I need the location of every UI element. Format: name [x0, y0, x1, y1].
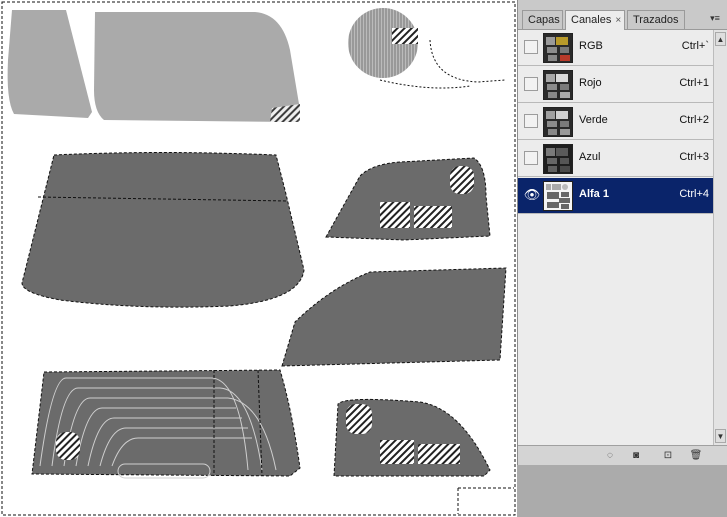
channels-panel: Capas Canales × Trazados ▾≡ RGB Ctrl+` R…: [517, 0, 727, 465]
channel-name: Alfa 1: [579, 188, 609, 200]
channel-name: Azul: [579, 151, 601, 163]
visibility-toggle[interactable]: [524, 40, 538, 54]
channel-row-azul[interactable]: Azul Ctrl+3: [518, 141, 713, 177]
tab-label: Canales: [571, 14, 612, 26]
tab-capas[interactable]: Capas: [522, 10, 563, 29]
windshield-shape: [21, 152, 305, 308]
panel-footer: ◌ ◙ ⊡ 🗑: [518, 445, 727, 465]
eye-icon[interactable]: 👁: [523, 187, 541, 203]
side-window-shape-middle: [281, 267, 507, 367]
new-channel-icon[interactable]: ⊡: [660, 448, 676, 463]
visibility-toggle[interactable]: [524, 77, 538, 91]
scroll-down-icon[interactable]: ▼: [715, 429, 726, 443]
channel-row-rojo[interactable]: Rojo Ctrl+1: [518, 67, 713, 103]
tab-label: Trazados: [633, 14, 679, 26]
channel-row-alfa-1[interactable]: 👁 Alfa 1 Ctrl+4: [518, 178, 713, 214]
document-canvas[interactable]: [0, 0, 517, 517]
channel-thumbnail: [543, 70, 573, 100]
channel-shortcut: Ctrl+1: [679, 77, 709, 89]
channel-thumbnail: [543, 181, 573, 211]
workspace-background: [517, 465, 727, 517]
alpha-channel-image: [1, 1, 516, 516]
channel-list-scrollbar[interactable]: ▲ ▼: [713, 30, 727, 445]
window-shape-top-center: [94, 12, 300, 122]
panel-menu-icon[interactable]: ▾≡: [708, 12, 722, 24]
channel-thumbnail: [543, 144, 573, 174]
channel-shortcut: Ctrl+2: [679, 114, 709, 126]
panel-tabbar: Capas Canales × Trazados ▾≡: [518, 0, 727, 30]
window-shape-top-left: [7, 10, 93, 118]
channel-list: RGB Ctrl+` Rojo Ctrl+1 Verde Ctrl+2 Azul…: [518, 30, 713, 445]
channel-thumbnail: [543, 107, 573, 137]
tab-label: Capas: [528, 14, 560, 26]
channel-shortcut: Ctrl+4: [679, 188, 709, 200]
load-selection-icon[interactable]: ◌: [602, 448, 618, 463]
tab-trazados[interactable]: Trazados: [627, 10, 685, 29]
tab-canales[interactable]: Canales ×: [565, 10, 625, 30]
selection-hatch: [392, 28, 418, 44]
channel-name: Verde: [579, 114, 608, 126]
selection-hatch: [450, 166, 474, 194]
delete-channel-icon[interactable]: 🗑: [688, 448, 704, 463]
save-selection-mask-icon[interactable]: ◙: [628, 448, 644, 463]
channel-thumbnail: [543, 33, 573, 63]
channel-name: RGB: [579, 40, 603, 52]
channel-shortcut: Ctrl+`: [681, 40, 709, 52]
channel-row-rgb[interactable]: RGB Ctrl+`: [518, 30, 713, 66]
channel-shortcut: Ctrl+3: [679, 151, 709, 163]
selection-hatch: [56, 432, 80, 460]
selection-hatch: [380, 440, 414, 464]
visibility-toggle[interactable]: [524, 151, 538, 165]
close-icon[interactable]: ×: [615, 15, 621, 26]
selection-hatch: [414, 206, 452, 228]
selection-hatch: [346, 404, 372, 434]
channel-row-verde[interactable]: Verde Ctrl+2: [518, 104, 713, 140]
selection-hatch: [380, 202, 410, 228]
channel-name: Rojo: [579, 77, 602, 89]
visibility-toggle[interactable]: [524, 114, 538, 128]
selection-hatch: [418, 444, 460, 464]
scroll-up-icon[interactable]: ▲: [715, 32, 726, 46]
